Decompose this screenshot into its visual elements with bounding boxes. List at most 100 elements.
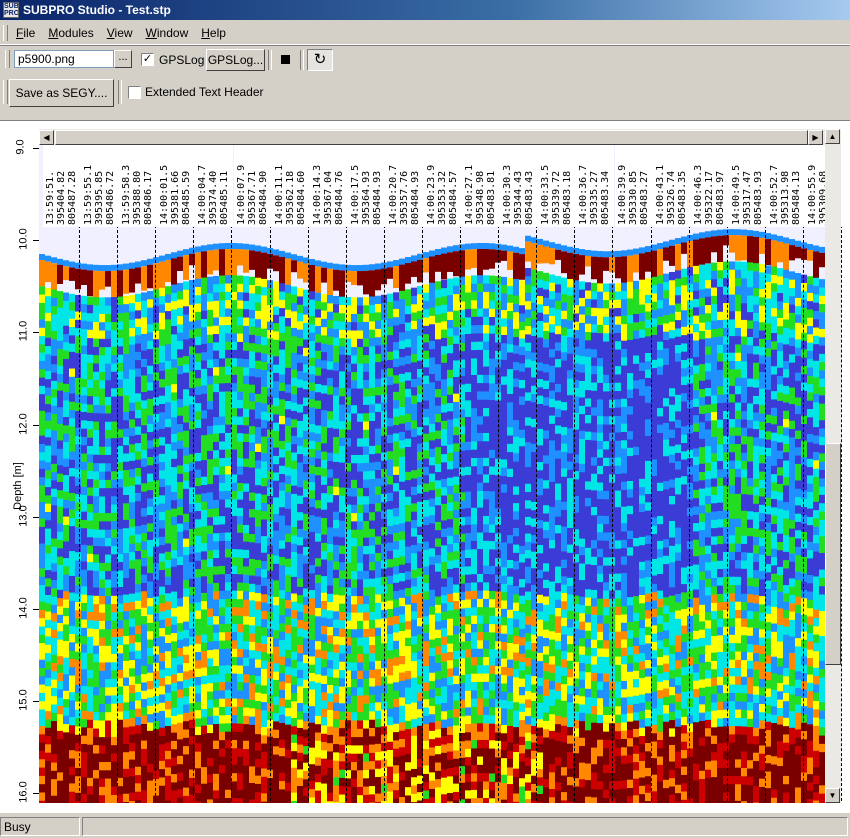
- menu-window[interactable]: Window: [141, 26, 194, 40]
- radargram-cell: [183, 281, 189, 291]
- radargram-cell: [183, 779, 189, 789]
- radargram-cell: [129, 485, 135, 495]
- radargram-cell: [423, 284, 429, 294]
- radargram-cell: [369, 603, 375, 613]
- radargram-cell: [111, 736, 117, 746]
- radargram-cell: [483, 698, 489, 708]
- stop-button[interactable]: [274, 51, 296, 69]
- radargram-cell: [195, 278, 201, 288]
- radargram-cell: [75, 792, 81, 802]
- radargram-cell: [357, 737, 363, 747]
- gpslog-button[interactable]: GPSLog...: [206, 49, 265, 71]
- scroll-left-button[interactable]: ◀: [39, 130, 54, 145]
- radargram-cell: [339, 777, 345, 787]
- radargram-cell: [147, 340, 153, 350]
- radargram-cell: [423, 749, 429, 759]
- radargram-cell: [147, 398, 153, 408]
- radargram-cell: [321, 592, 327, 602]
- radargram-cell: [351, 496, 357, 506]
- radargram-cell: [123, 577, 129, 587]
- radargram-cell: [183, 721, 189, 731]
- radargram-cell: [279, 324, 285, 334]
- radargram-cell: [387, 642, 393, 652]
- gpslog-checkbox[interactable]: ✓: [141, 53, 154, 66]
- radargram-cell: [453, 601, 459, 611]
- radargram-cell: [93, 471, 99, 481]
- radargram-cell: [291, 510, 297, 520]
- radargram-cell: [363, 355, 369, 365]
- radargram-plot[interactable]: [39, 145, 825, 803]
- radargram-cell: [453, 576, 459, 586]
- radargram-cell: [63, 309, 69, 319]
- radargram-cell: [261, 320, 267, 330]
- save-segy-button[interactable]: Save as SEGY....: [9, 79, 114, 107]
- radargram-cell: [171, 516, 177, 526]
- radargram-cell: [183, 795, 189, 803]
- radargram-cell: [339, 313, 345, 323]
- radargram-cell: [81, 569, 87, 579]
- radargram-cell: [351, 471, 357, 481]
- radargram-cell: [465, 408, 471, 418]
- radargram-cell: [297, 354, 303, 364]
- radargram-cell: [285, 517, 291, 527]
- browse-button[interactable]: ...: [114, 50, 132, 68]
- radargram-cell: [93, 355, 99, 365]
- radargram-cell: [81, 503, 87, 513]
- radargram-cell: [363, 305, 369, 315]
- radargram-cell: [393, 308, 399, 318]
- radargram-cell: [315, 300, 321, 310]
- radargram-cell: [45, 553, 51, 563]
- radargram-cell: [177, 316, 183, 326]
- radargram-cell: [195, 353, 201, 363]
- radargram-cell: [75, 801, 81, 803]
- scroll-right-button[interactable]: ▶: [808, 130, 823, 145]
- menu-view[interactable]: View: [102, 26, 138, 40]
- radargram-cell: [297, 769, 303, 779]
- extended-header-checkbox[interactable]: [128, 86, 141, 99]
- menu-file[interactable]: File: [11, 26, 40, 40]
- radargram-cell: [63, 566, 69, 576]
- radargram-cell: [297, 288, 303, 298]
- radargram-cell: [411, 304, 417, 314]
- radargram-cell: [243, 317, 249, 327]
- radargram-cell: [369, 371, 375, 381]
- radargram-cell: [309, 515, 315, 525]
- radargram-cell: [255, 294, 261, 304]
- radargram-cell: [207, 699, 213, 709]
- radargram-cell: [159, 511, 165, 521]
- radargram-cell: [327, 544, 333, 554]
- radargram-cell: [81, 768, 87, 778]
- radargram-cell: [93, 546, 99, 556]
- radargram-cell: [387, 517, 393, 527]
- radargram-cell: [39, 701, 45, 711]
- radargram-cell: [321, 733, 327, 743]
- radargram-cell: [399, 440, 405, 450]
- file-input[interactable]: p5900.png: [14, 50, 114, 68]
- radargram-cell: [393, 690, 399, 700]
- radargram-cell: [405, 671, 411, 681]
- radargram-cell: [141, 533, 147, 543]
- horizontal-scroll-thumb[interactable]: [55, 130, 808, 145]
- radargram-cell: [489, 292, 495, 302]
- menu-help[interactable]: Help: [196, 26, 231, 40]
- radargram-cell: [285, 683, 291, 693]
- radargram-cell: [339, 612, 345, 622]
- radargram-cell: [363, 512, 369, 522]
- radargram-cell: [57, 556, 63, 566]
- radargram-cell: [411, 802, 417, 803]
- radargram-cell: [483, 391, 489, 401]
- menu-modules[interactable]: Modules: [43, 26, 98, 40]
- radargram-cell: [99, 446, 105, 456]
- radargram-cell: [93, 305, 99, 315]
- radargram-cell: [93, 595, 99, 605]
- radargram-cell: [333, 395, 339, 405]
- radargram-cell: [123, 362, 129, 372]
- radargram-cell: [399, 398, 405, 408]
- radargram-cell: [339, 396, 345, 406]
- radargram-cell: [477, 648, 483, 658]
- surface-reflection: [405, 257, 411, 264]
- surface-reflection: [135, 267, 141, 284]
- surface-reflection: [207, 250, 213, 275]
- loop-button[interactable]: ↻: [307, 49, 333, 71]
- radargram-cell: [435, 646, 441, 656]
